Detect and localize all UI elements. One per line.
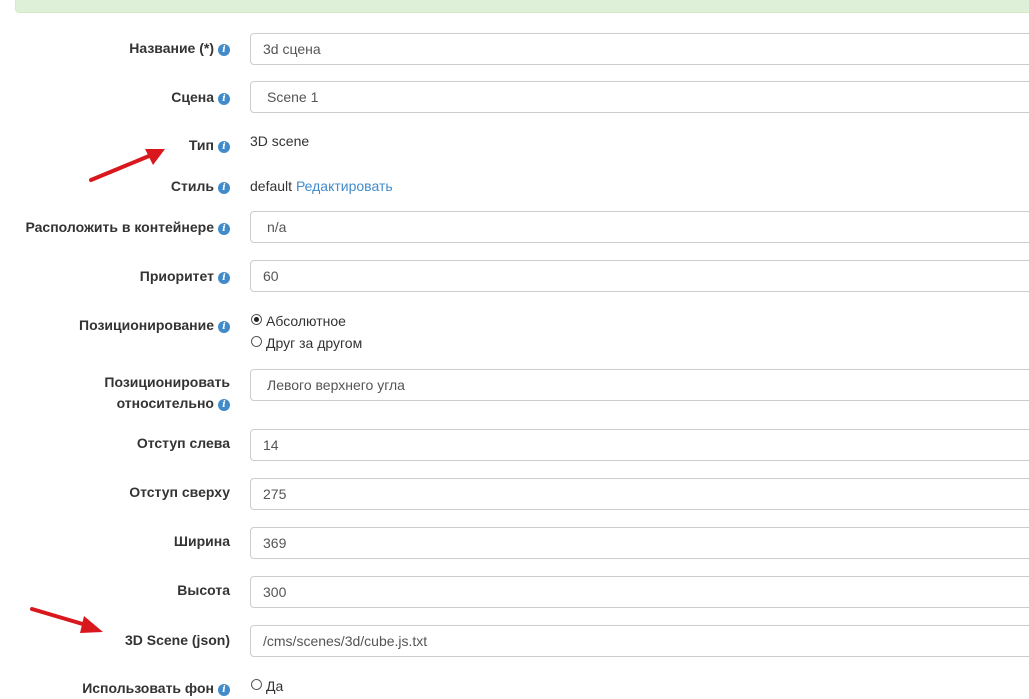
relative-to-select[interactable]: Левого верхнего угла <box>250 369 1029 401</box>
width-input[interactable] <box>250 527 1029 559</box>
info-icon[interactable]: i <box>218 399 230 411</box>
radio-button[interactable] <box>251 679 262 690</box>
info-icon[interactable]: i <box>218 321 230 333</box>
scene-select[interactable]: Scene 1 <box>250 81 1029 113</box>
relative-to-label: Позиционировать относительно i <box>104 374 230 411</box>
red-arrow-annotation <box>30 607 103 633</box>
info-icon[interactable]: i <box>218 223 230 235</box>
container-label: Расположить в контейнере i <box>25 217 230 238</box>
scene-label: Сцена i <box>171 87 230 108</box>
option-label: Абсолютное <box>266 313 346 329</box>
container-select[interactable]: n/a <box>250 211 1029 243</box>
left-offset-input[interactable] <box>250 429 1029 461</box>
radio-button[interactable] <box>251 336 262 347</box>
info-icon[interactable]: i <box>218 272 230 284</box>
top-offset-label: Отступ сверху <box>129 484 230 500</box>
height-input[interactable] <box>250 576 1029 608</box>
positioning-option-absolute[interactable]: Абсолютное <box>251 311 346 331</box>
name-input[interactable] <box>250 33 1029 65</box>
red-arrow-annotation <box>89 149 165 182</box>
top-offset-input[interactable] <box>250 478 1029 510</box>
option-label: Друг за другом <box>266 335 363 351</box>
edit-style-link[interactable]: Редактировать <box>296 178 393 194</box>
scene-json-label: 3D Scene (json) <box>124 632 230 648</box>
style-label: Стиль i <box>171 176 230 197</box>
name-label: Название (*) i <box>129 38 230 59</box>
use-background-option-yes[interactable]: Да <box>251 676 283 696</box>
radio-button-checked[interactable] <box>251 314 262 325</box>
height-label: Высота <box>177 582 230 598</box>
info-icon[interactable]: i <box>218 44 230 56</box>
priority-label: Приоритет i <box>140 266 230 287</box>
scene-json-input[interactable] <box>250 625 1029 657</box>
type-value: 3D scene <box>250 133 310 149</box>
info-icon[interactable]: i <box>218 141 230 153</box>
positioning-label: Позиционирование i <box>79 315 230 336</box>
priority-input[interactable] <box>250 260 1029 292</box>
type-label: Тип i <box>189 135 230 156</box>
width-label: Ширина <box>173 533 230 549</box>
success-alert <box>15 0 1029 13</box>
info-icon[interactable]: i <box>218 684 230 696</box>
positioning-option-sequential[interactable]: Друг за другом <box>251 333 362 353</box>
style-name: default <box>250 178 293 194</box>
info-icon[interactable]: i <box>218 93 230 105</box>
option-label: Да <box>266 678 284 694</box>
left-offset-label: Отступ слева <box>136 435 230 451</box>
info-icon[interactable]: i <box>218 182 230 194</box>
style-value: default Редактировать <box>250 176 393 196</box>
